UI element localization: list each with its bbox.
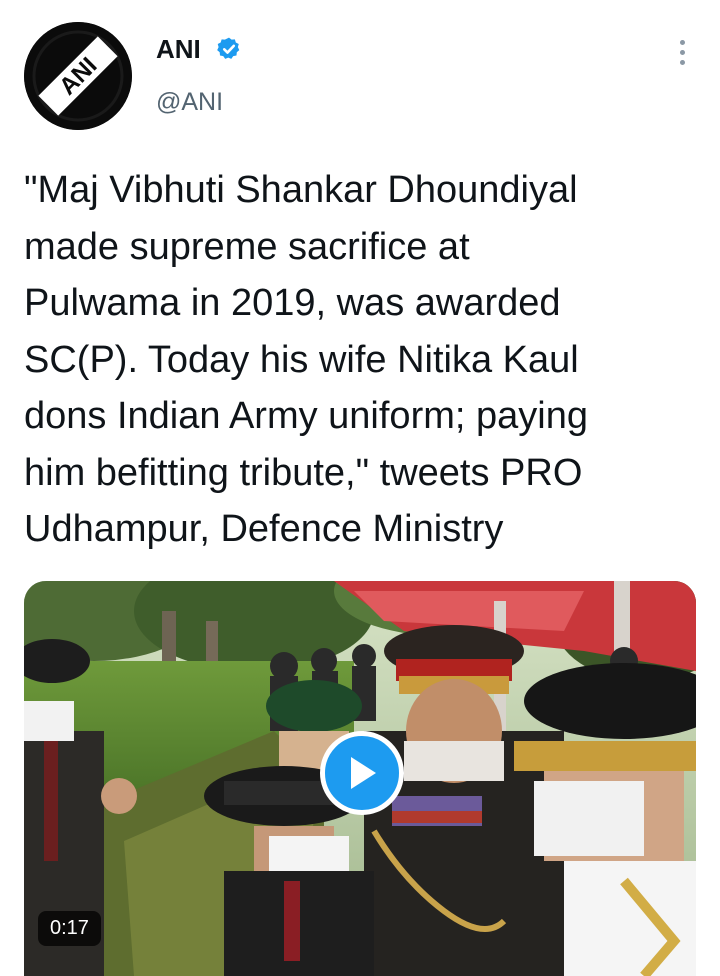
play-icon xyxy=(351,757,376,789)
tweet-video[interactable]: 0:17 xyxy=(24,581,696,976)
avatar[interactable]: ANI xyxy=(24,22,132,130)
verified-badge-icon xyxy=(217,37,240,59)
author-handle[interactable]: @ANI xyxy=(156,88,223,117)
tweet-text: "Maj Vibhuti Shankar Dhoundiyal made sup… xyxy=(24,169,588,550)
ani-logo-icon: ANI xyxy=(24,22,132,130)
play-button[interactable] xyxy=(320,731,404,815)
video-duration-badge: 0:17 xyxy=(38,911,101,946)
author-display-name[interactable]: ANI xyxy=(156,34,201,65)
more-options-icon[interactable] xyxy=(678,40,686,65)
